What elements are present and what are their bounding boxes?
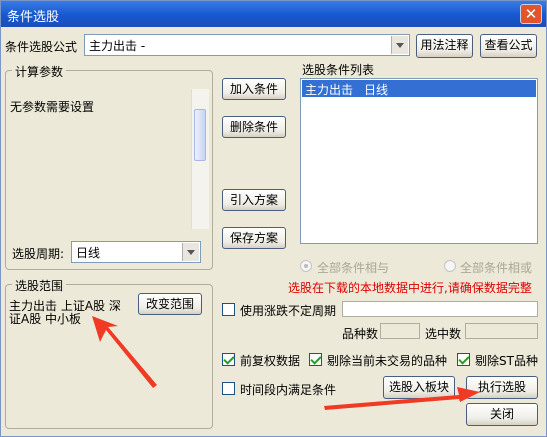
- annotation-arrow-execute: [324, 387, 480, 410]
- annotation-arrow-range: [92, 316, 157, 388]
- annotation-overlay: [92, 316, 480, 410]
